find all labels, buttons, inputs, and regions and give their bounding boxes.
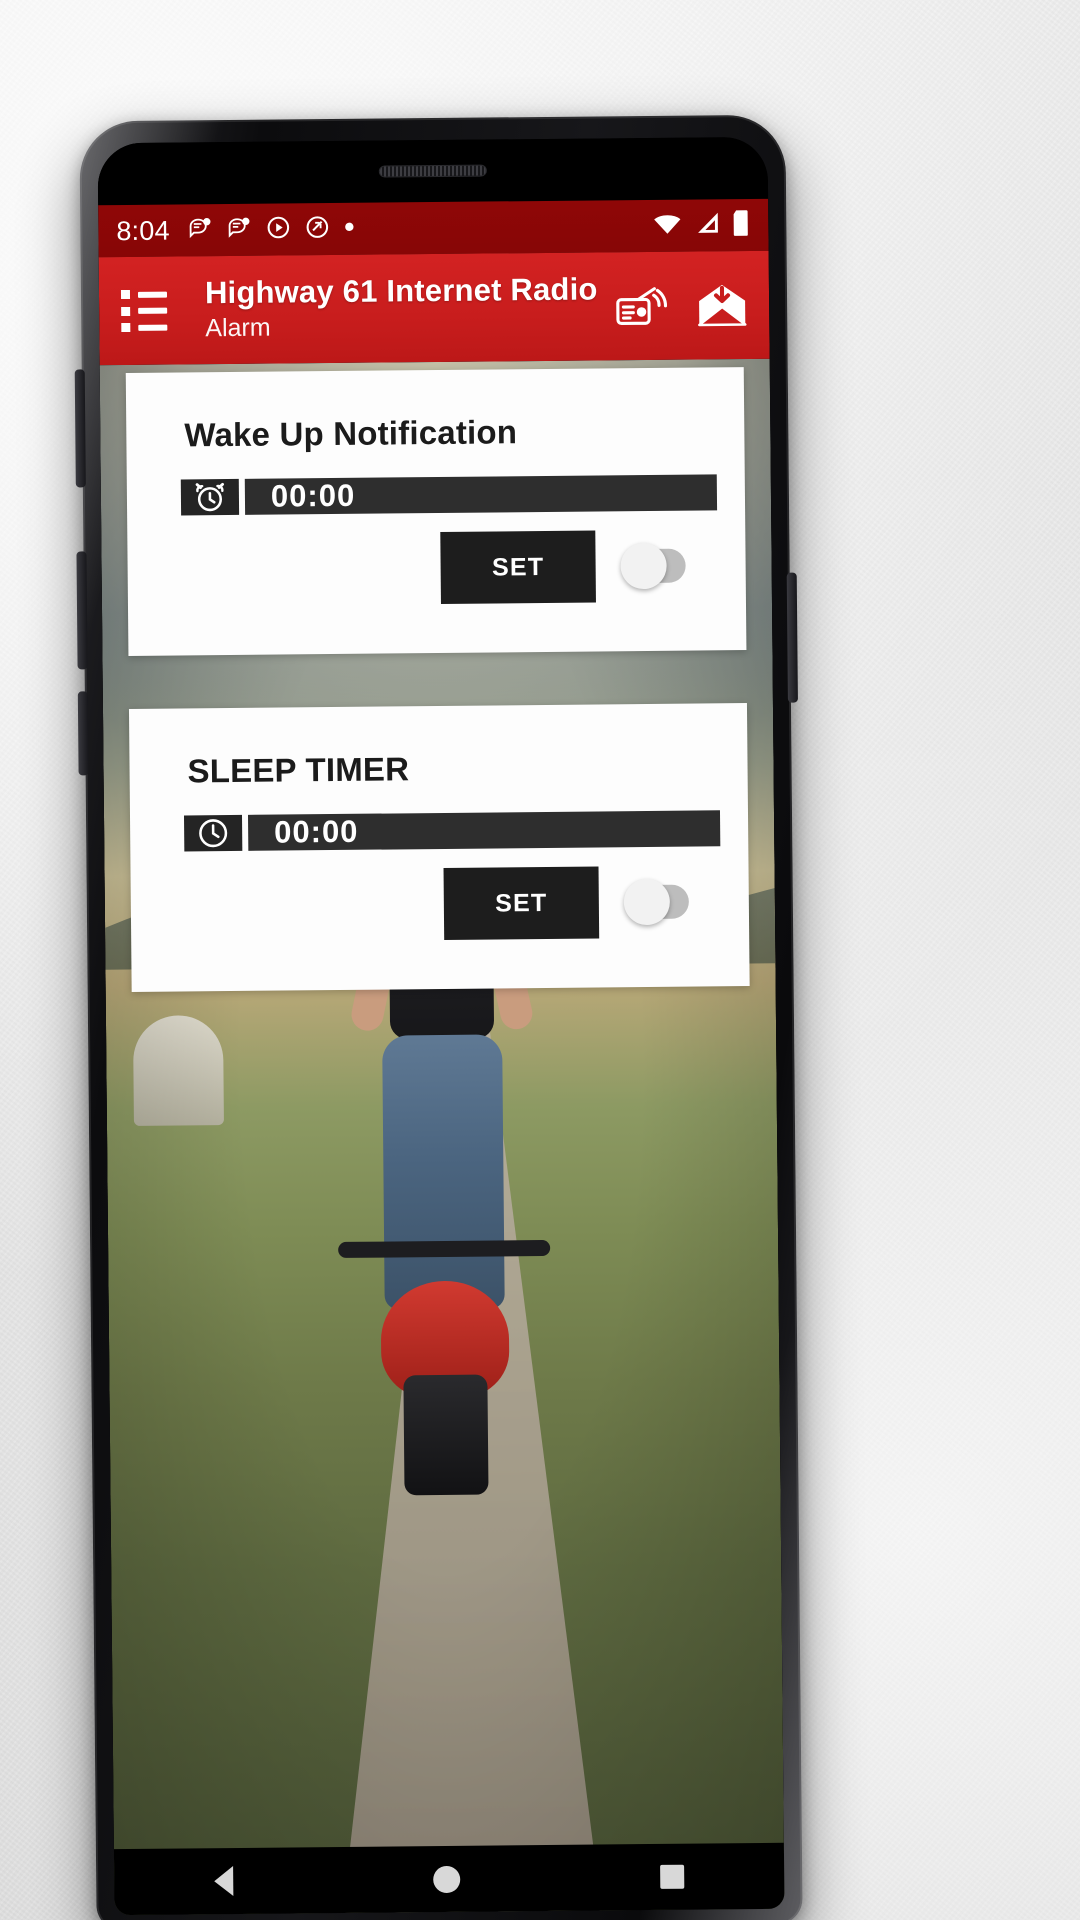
home-circle-icon[interactable] [433,1865,461,1893]
status-clock: 8:04 [116,215,170,246]
content-area: Wake Up Notification 00:00 SET SLEEP TIM… [99,358,785,1916]
sleep-actions: SET [131,866,690,943]
alarm-time-value[interactable]: 00:00 [244,474,718,515]
app-bar-actions [615,282,749,329]
volume-down-button[interactable] [76,551,88,670]
alarm-time-field[interactable]: 00:00 [180,474,718,516]
page-title: Highway 61 Internet Radio [204,271,598,311]
message-badge-icon [227,214,253,245]
recents-square-icon[interactable] [660,1864,685,1889]
status-bar: 8:04 [98,198,769,258]
card-title: Wake Up Notification [184,413,518,454]
phone-device: 8:04 Highway 61 Internet Radio Alarm Wak… [74,114,803,1920]
assistant-button[interactable] [77,691,89,776]
menu-dash [137,307,168,314]
menu-row [121,322,168,333]
wifi-icon [652,210,682,241]
page-subtitle: Alarm [205,313,271,342]
alarm-clock-icon [180,478,240,516]
toggle-knob [620,542,667,590]
alarm-set-button[interactable]: SET [440,530,596,604]
menu-row [121,306,168,316]
wake-up-notification-card: Wake Up Notification 00:00 SET [125,367,747,656]
phone-screen: 8:04 Highway 61 Internet Radio Alarm Wak… [97,136,785,1916]
toggle-knob [623,878,671,926]
status-system-icons [652,208,750,242]
no-sync-icon [305,214,331,245]
menu-row [120,289,168,300]
alarm-toggle[interactable] [620,542,686,590]
menu-dash [137,291,168,298]
sleep-time-value[interactable]: 00:00 [247,810,721,851]
message-badge-icon [188,215,214,246]
menu-bullet [121,306,130,316]
clock-icon [183,814,243,852]
list-menu-icon[interactable] [120,289,168,333]
battery-icon [732,208,750,241]
sleep-set-button[interactable]: SET [443,866,600,940]
app-bar: Highway 61 Internet Radio Alarm [98,250,770,366]
sleep-timer-card: SLEEP TIMER 00:00 SET [128,703,750,992]
volume-up-button[interactable] [74,369,86,488]
alarm-actions: SET [127,530,686,607]
earpiece-speaker [378,164,487,178]
menu-bullet [121,322,130,333]
device-notch [97,136,769,206]
back-triangle-icon[interactable] [214,1866,234,1897]
status-notification-icons [188,213,356,246]
menu-dash [137,324,168,331]
envelope-download-icon[interactable] [695,282,749,329]
power-button[interactable] [786,572,798,703]
dot-icon [344,220,356,238]
app-bar-titles: Highway 61 Internet Radio Alarm [204,271,598,344]
system-nav-bar [113,1842,785,1916]
sleep-time-field[interactable]: 00:00 [183,810,721,852]
card-title: SLEEP TIMER [187,750,410,790]
play-circle-icon [266,214,292,245]
sleep-toggle[interactable] [623,878,690,926]
cell-signal-icon [693,210,721,241]
radio-icon[interactable] [615,283,671,330]
menu-bullet [120,289,130,300]
